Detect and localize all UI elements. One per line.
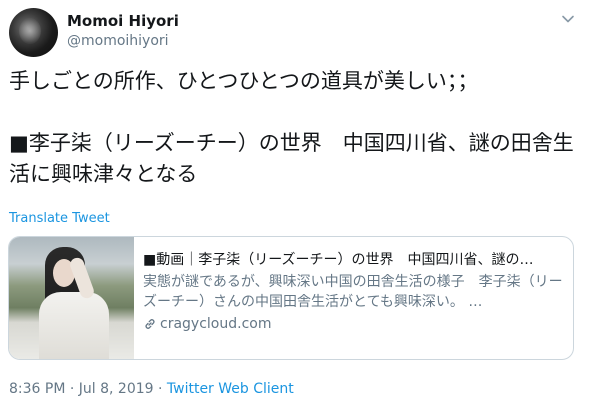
tweet-timestamp[interactable]: 8:36 PM · Jul 8, 2019 · xyxy=(9,381,167,397)
card-domain-text: cragycloud.com xyxy=(160,316,272,332)
link-icon xyxy=(145,319,155,329)
card-domain: cragycloud.com xyxy=(143,314,563,334)
avatar[interactable] xyxy=(9,8,58,57)
tweet-client[interactable]: Twitter Web Client xyxy=(167,381,294,397)
card-title: ■動画｜李子柒（リーズーチー）の世界 中国四川省、謎の… xyxy=(143,252,534,268)
link-preview-card[interactable]: ■動画｜李子柒（リーズーチー）の世界 中国四川省、謎の… 実態が謎であるが、興味… xyxy=(8,236,574,360)
card-description: 実態が謎であるが、興味深い中国の田舎生活の様子 李子柒（リーズーチー）さんの中国… xyxy=(143,274,563,310)
avatar-highlight xyxy=(19,18,41,44)
card-thumbnail xyxy=(9,237,134,359)
tweet-text: 手しごとの所作、ひとつひとつの道具が美しい；； ■李子柒（リーズーチー）の世界 … xyxy=(9,69,574,186)
author-name[interactable]: Momoi Hiyori xyxy=(67,12,179,30)
tweet-meta: 8:36 PM · Jul 8, 2019 · Twitter Web Clie… xyxy=(9,381,294,397)
chevron-down-icon[interactable] xyxy=(561,12,575,26)
author-handle[interactable]: @momoihiyori xyxy=(67,33,169,49)
translate-tweet-link[interactable]: Translate Tweet xyxy=(9,211,110,226)
